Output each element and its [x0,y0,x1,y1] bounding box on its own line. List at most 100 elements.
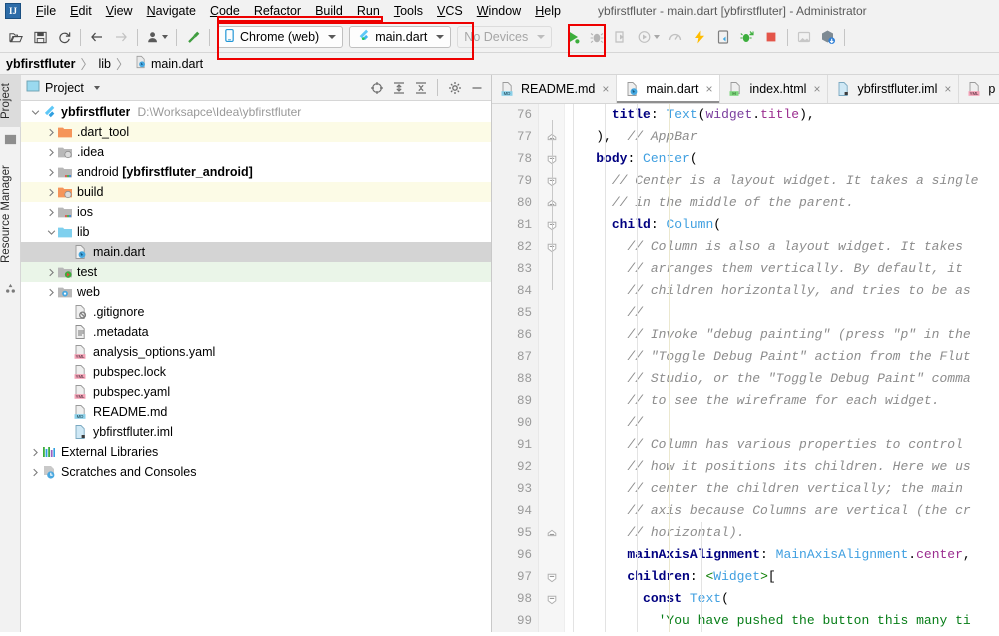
menu-item-navigate[interactable]: Navigate [140,2,203,20]
breadcrumb-item-project[interactable]: ybfirstfluter [6,57,75,71]
tree-item-main-dart[interactable]: main.dart [21,242,491,262]
collapse-all-icon[interactable] [411,78,430,97]
code-line[interactable]: // horizontal). [565,522,999,544]
code-line[interactable]: // center the children vertically; the m… [565,478,999,500]
code-editor[interactable]: 76 77 78 79 80 81 82 83 84 85 86 87 88 89 90 91 92 93 94 95… [492,104,999,632]
save-icon[interactable] [28,25,52,49]
tree-item-idea[interactable]: .idea [21,142,491,162]
device-selector-combo[interactable]: Chrome (web) [217,26,344,48]
code-line[interactable]: // children horizontally, and tries to b… [565,280,999,302]
editor-tab-bar[interactable]: MD README.md × main.dart × Hindex.html × ybfirs… [492,75,999,104]
menu-item-window[interactable]: Window [470,2,528,20]
code-line[interactable]: const Text( [565,588,999,610]
fold-expanded-icon[interactable] [547,572,557,583]
tree-item-gitignore[interactable]: .gitignore [21,302,491,322]
close-icon[interactable]: × [705,82,712,96]
fold-expanded-icon[interactable] [547,594,557,605]
code-line[interactable]: // "Toggle Debug Paint" action from the … [565,346,999,368]
tree-item-analysis-options-yaml[interactable]: YML analysis_options.yaml [21,342,491,362]
tree-item-build[interactable]: build [21,182,491,202]
close-icon[interactable]: × [944,82,951,96]
menu-item-edit[interactable]: Edit [63,2,99,20]
menu-item-file[interactable]: File [29,2,63,20]
menu-item-tools[interactable]: Tools [387,2,430,20]
tree-item-metadata[interactable]: .metadata [21,322,491,342]
chevron-right-icon[interactable] [45,122,57,142]
code-line[interactable]: // in the middle of the parent. [565,192,999,214]
tree-item-dart-tool[interactable]: .dart_tool [21,122,491,142]
editor-tab-ybfirstfluter-iml[interactable]: ybfirstfluter.iml × [828,75,960,103]
menu-item-build[interactable]: Build [308,2,350,20]
lightning-icon[interactable] [687,25,711,49]
devices-combo[interactable]: No Devices [457,26,553,48]
chevron-right-icon[interactable] [45,282,57,302]
code-line[interactable]: // arranges them vertically. By default,… [565,258,999,280]
favorites-icon[interactable] [4,283,17,296]
bug-icon[interactable] [585,25,609,49]
chevron-right-icon[interactable] [45,262,57,282]
chevron-down-icon[interactable] [29,102,41,122]
breadcrumb-item-lib[interactable]: lib [98,57,111,71]
screenshot-icon[interactable] [792,25,816,49]
editor-tab-index-html[interactable]: Hindex.html × [720,75,829,103]
menu-item-refactor[interactable]: Refactor [247,2,308,20]
code-line[interactable]: // [565,412,999,434]
code-line[interactable]: // Invoke "debug painting" (press "p" in… [565,324,999,346]
stop-square-icon[interactable] [759,25,783,49]
flutter-inspect-icon[interactable] [735,25,759,49]
tree-item-web[interactable]: web [21,282,491,302]
expand-all-icon[interactable] [389,78,408,97]
chevron-right-icon[interactable] [45,202,57,222]
editor-tab-readme-md[interactable]: MD README.md × [492,75,618,103]
chevron-right-icon[interactable] [29,462,41,482]
chevron-right-icon[interactable] [29,442,41,462]
arrow-right-icon[interactable] [109,25,133,49]
structure-icon[interactable] [4,133,17,146]
code-line[interactable]: title: Text(widget.title), [565,104,999,126]
code-line[interactable]: body: Center( [565,148,999,170]
tree-item-lib[interactable]: lib [21,222,491,242]
chevron-right-icon[interactable] [45,162,57,182]
code-line[interactable]: // Column has various properties to cont… [565,434,999,456]
run-config-combo[interactable]: main.dart [349,26,452,48]
code-line[interactable]: // [565,302,999,324]
code-line[interactable]: children: <Widget>[ [565,566,999,588]
chevron-down-icon[interactable] [45,222,57,242]
code-line[interactable]: mainAxisAlignment: MainAxisAlignment.cen… [565,544,999,566]
menu-item-view[interactable]: View [99,2,140,20]
arrow-left-icon[interactable] [85,25,109,49]
gauge-icon[interactable] [663,25,687,49]
tree-item-readme-md[interactable]: MD README.md [21,402,491,422]
code-line[interactable]: ), // AppBar [565,126,999,148]
breadcrumb-item-file[interactable]: main.dart [134,55,203,72]
tree-item-test[interactable]: test [21,262,491,282]
code-line[interactable]: // Column is also a layout widget. It ta… [565,236,999,258]
hammer-icon[interactable] [181,25,205,49]
code-line[interactable]: 'You have pushed the button this many ti [565,610,999,632]
fold-gutter[interactable] [539,104,565,632]
play-icon[interactable] [561,25,585,49]
gear-icon[interactable] [445,78,464,97]
target-icon[interactable] [367,78,386,97]
menu-item-help[interactable]: Help [528,2,568,20]
editor-tab-main-dart[interactable]: main.dart × [617,75,721,103]
user-icon[interactable] [142,25,172,49]
code-line[interactable]: // axis because Columns are vertical (th… [565,500,999,522]
project-tree[interactable]: ybfirstfluter D:\Worksapce\Idea\ybfirstfl… [21,101,491,632]
sidebar-tab-project[interactable]: Project [0,75,21,127]
project-view-selector[interactable]: Project [26,79,100,96]
tree-item-ybfirstfluter[interactable]: ybfirstfluter D:\Worksapce\Idea\ybfirstfl… [21,102,491,122]
tree-item-ios[interactable]: ios [21,202,491,222]
profile-icon[interactable] [633,25,663,49]
code-line[interactable]: // to see the wireframe for each widget. [565,390,999,412]
step-run-icon[interactable] [609,25,633,49]
refresh-icon[interactable] [52,25,76,49]
menu-item-code[interactable]: Code [203,2,247,20]
fold-end-icon[interactable] [547,528,557,538]
source-code[interactable]: title: Text(widget.title), ), // AppBar … [565,104,999,632]
tree-item-pubspec-lock[interactable]: YML pubspec.lock [21,362,491,382]
code-line[interactable]: child: Column( [565,214,999,236]
close-icon[interactable]: × [602,82,609,96]
devtools-icon[interactable] [711,25,735,49]
editor-tab-p[interactable]: YMLp× [959,75,999,103]
